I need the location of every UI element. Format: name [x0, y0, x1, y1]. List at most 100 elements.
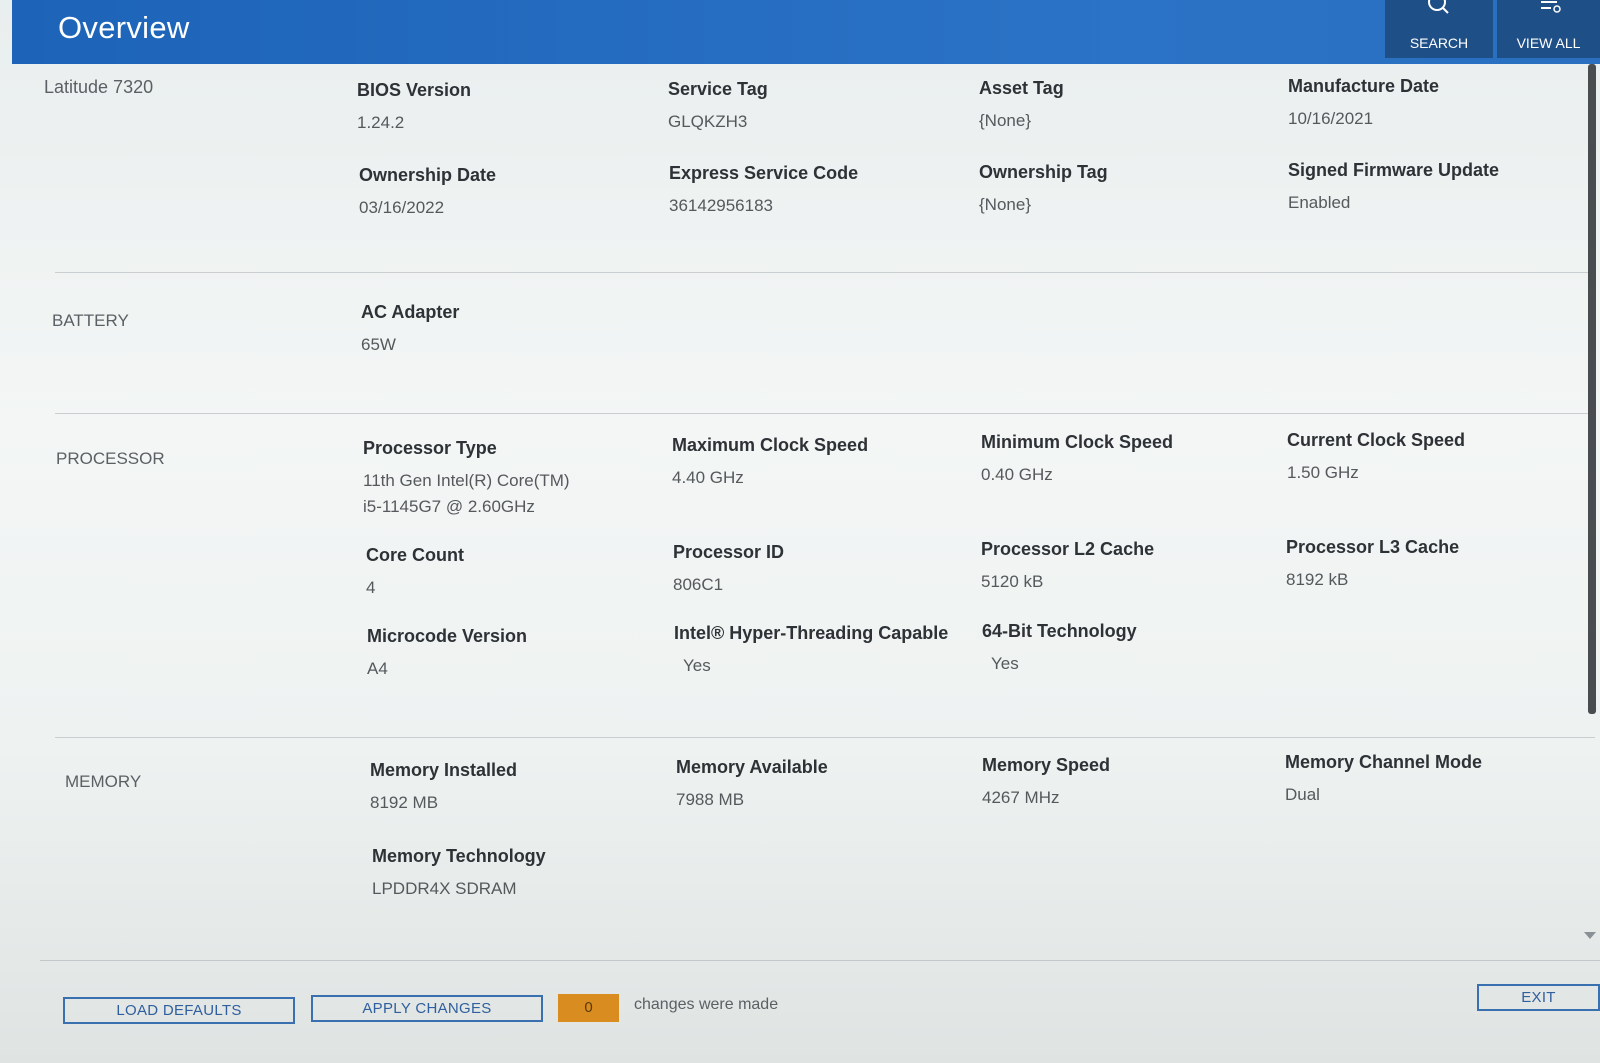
express-service-code-field: Express Service Code 36142956183 [669, 163, 858, 219]
memory-technology-field: Memory Technology LPDDR4X SDRAM [372, 846, 546, 902]
bios-screen: Overview SEARCH VIEW ALL Latitude 7320 B… [0, 0, 1600, 1063]
ownership-date-value: 03/16/2022 [359, 198, 445, 217]
processor-id-value: 806C1 [673, 575, 724, 594]
processor-type-value: 11th Gen Intel(R) Core(TM) i5-1145G7 @ 2… [363, 468, 570, 520]
bios-version-label: BIOS Version [357, 80, 472, 100]
max-clock-value: 4.40 GHz [672, 468, 744, 487]
memory-speed-value: 4267 MHz [982, 788, 1060, 807]
hyperthreading-label: Intel® Hyper-Threading Capable [674, 623, 949, 643]
manufacture-date-value: 10/16/2021 [1288, 109, 1374, 128]
changes-status-text: changes were made [634, 996, 779, 1013]
section-divider [55, 737, 1595, 738]
memory-installed-field: Memory Installed 8192 MB [370, 760, 517, 816]
memory-channel-mode-field: Memory Channel Mode Dual [1285, 752, 1482, 808]
manufacture-date-label: Manufacture Date [1288, 76, 1440, 96]
microcode-field: Microcode Version A4 [367, 626, 527, 682]
view-all-button-label: VIEW ALL [1516, 35, 1581, 51]
hyperthreading-field: Intel® Hyper-Threading Capable Yes [674, 623, 948, 679]
express-service-code-value: 36142956183 [669, 196, 774, 215]
l2-cache-value: 5120 kB [981, 572, 1044, 591]
ownership-tag-value: {None} [979, 195, 1031, 214]
bios-version-field: BIOS Version 1.24.2 [357, 80, 471, 136]
section-divider [55, 272, 1595, 273]
search-button-label: SEARCH [1409, 35, 1469, 51]
footer-divider [40, 960, 1600, 961]
memory-technology-label: Memory Technology [372, 846, 546, 866]
l3-cache-label: Processor L3 Cache [1286, 537, 1460, 557]
l3-cache-value: 8192 kB [1286, 570, 1349, 589]
memory-technology-value: LPDDR4X SDRAM [372, 879, 517, 898]
microcode-label: Microcode Version [367, 626, 528, 646]
current-clock-value: 1.50 GHz [1287, 463, 1359, 482]
changes-counter-badge: 0 [558, 994, 619, 1022]
service-tag-field: Service Tag GLQKZH3 [668, 79, 768, 135]
hyperthreading-value: Yes [683, 656, 711, 675]
max-clock-field: Maximum Clock Speed 4.40 GHz [672, 435, 868, 491]
asset-tag-label: Asset Tag [979, 78, 1064, 98]
memory-available-value: 7988 MB [676, 790, 745, 809]
service-tag-value: GLQKZH3 [668, 112, 748, 131]
processor-type-line1: 11th Gen Intel(R) Core(TM) [363, 471, 570, 490]
processor-type-line2: i5-1145G7 @ 2.60GHz [363, 497, 535, 516]
asset-tag-value: {None} [979, 111, 1031, 130]
core-count-label: Core Count [366, 545, 464, 565]
ownership-tag-label: Ownership Tag [979, 162, 1108, 182]
manufacture-date-field: Manufacture Date 10/16/2021 [1288, 76, 1439, 132]
asset-tag-field: Asset Tag {None} [979, 78, 1064, 134]
processor-id-label: Processor ID [673, 542, 785, 562]
bios-version-value: 1.24.2 [357, 113, 405, 132]
memory-speed-label: Memory Speed [982, 755, 1111, 775]
min-clock-label: Minimum Clock Speed [981, 432, 1174, 452]
exit-button[interactable]: EXIT [1477, 984, 1600, 1011]
ac-adapter-label: AC Adapter [361, 302, 460, 322]
load-defaults-button[interactable]: LOAD DEFAULTS [63, 997, 295, 1024]
express-service-code-label: Express Service Code [669, 163, 859, 183]
ownership-date-label: Ownership Date [359, 165, 497, 185]
processor-id-field: Processor ID 806C1 [673, 542, 784, 598]
memory-installed-label: Memory Installed [370, 760, 518, 780]
l2-cache-label: Processor L2 Cache [981, 539, 1155, 559]
ac-adapter-value: 65W [361, 335, 396, 354]
current-clock-label: Current Clock Speed [1287, 430, 1466, 450]
battery-section-label: BATTERY [52, 311, 129, 330]
processor-section-label: PROCESSOR [56, 449, 165, 468]
core-count-field: Core Count 4 [366, 545, 464, 601]
current-clock-field: Current Clock Speed 1.50 GHz [1287, 430, 1465, 486]
memory-speed-field: Memory Speed 4267 MHz [982, 755, 1110, 811]
vertical-scrollbar[interactable] [1588, 64, 1596, 714]
signed-firmware-update-field: Signed Firmware Update Enabled [1288, 160, 1499, 216]
search-icon [1428, 0, 1449, 14]
system-model: Latitude 7320 [44, 77, 154, 97]
signed-firmware-update-label: Signed Firmware Update [1288, 160, 1500, 180]
bit64-field: 64-Bit Technology Yes [982, 621, 1137, 677]
l2-cache-field: Processor L2 Cache 5120 kB [981, 539, 1154, 595]
memory-channel-mode-value: Dual [1285, 785, 1320, 804]
view-all-button[interactable]: VIEW ALL [1497, 0, 1600, 58]
memory-installed-value: 8192 MB [370, 793, 439, 812]
memory-available-field: Memory Available 7988 MB [676, 757, 828, 813]
bit64-value: Yes [991, 654, 1019, 673]
section-divider [55, 413, 1595, 414]
header-bar: Overview [12, 0, 1600, 64]
page-title: Overview [58, 10, 190, 45]
min-clock-value: 0.40 GHz [981, 465, 1053, 484]
processor-type-field: Processor Type 11th Gen Intel(R) Core(TM… [363, 438, 570, 520]
scroll-down-icon[interactable] [1584, 932, 1596, 939]
list-settings-icon [1541, 1, 1561, 13]
processor-type-label: Processor Type [363, 438, 497, 458]
ownership-date-field: Ownership Date 03/16/2022 [359, 165, 496, 221]
search-button[interactable]: SEARCH [1385, 0, 1493, 58]
service-tag-label: Service Tag [668, 79, 768, 99]
core-count-value: 4 [366, 578, 376, 597]
ownership-tag-field: Ownership Tag {None} [979, 162, 1108, 218]
memory-available-label: Memory Available [676, 757, 828, 777]
min-clock-field: Minimum Clock Speed 0.40 GHz [981, 432, 1173, 488]
l3-cache-field: Processor L3 Cache 8192 kB [1286, 537, 1459, 593]
max-clock-label: Maximum Clock Speed [672, 435, 869, 455]
signed-firmware-update-value: Enabled [1288, 193, 1351, 212]
ac-adapter-field: AC Adapter 65W [361, 302, 459, 358]
memory-channel-mode-label: Memory Channel Mode [1285, 752, 1483, 772]
memory-section-label: MEMORY [65, 772, 142, 791]
microcode-value: A4 [367, 659, 388, 678]
apply-changes-button[interactable]: APPLY CHANGES [311, 995, 543, 1022]
